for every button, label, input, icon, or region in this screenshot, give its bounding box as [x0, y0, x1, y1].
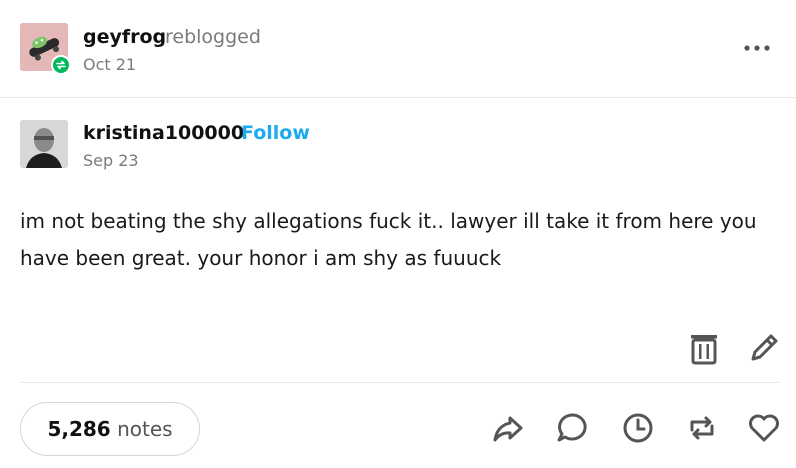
pencil-icon	[751, 334, 778, 361]
reply-button[interactable]	[555, 410, 591, 446]
reblog-header: geyfrog reblogged Oct 21	[0, 0, 796, 98]
reply-icon	[557, 413, 587, 442]
notes-label: notes	[117, 417, 173, 441]
reblog-action-label: reblogged	[165, 26, 261, 48]
poster-avatar[interactable]	[20, 120, 68, 168]
post-date[interactable]: Sep 23	[83, 151, 139, 170]
clock-icon	[623, 413, 653, 443]
delete-button[interactable]	[688, 330, 720, 366]
heart-icon	[749, 414, 779, 442]
reblog-button[interactable]	[684, 410, 720, 446]
like-button[interactable]	[746, 410, 782, 446]
notes-button[interactable]: 5,286 notes	[20, 402, 200, 456]
more-horizontal-icon	[744, 45, 770, 51]
reblogger-name[interactable]: geyfrog	[83, 26, 166, 48]
reblog-badge-icon	[51, 55, 71, 75]
reblog-date[interactable]: Oct 21	[83, 55, 136, 74]
edit-button[interactable]	[746, 330, 782, 366]
share-button[interactable]	[490, 410, 526, 446]
share-icon	[493, 416, 523, 442]
follow-button[interactable]: Follow	[241, 122, 310, 144]
footer-divider	[20, 382, 780, 383]
poster-name[interactable]: kristina100000	[83, 122, 244, 144]
post-body-text: im not beating the shy allegations fuck …	[20, 209, 757, 270]
trash-icon	[691, 335, 717, 365]
notes-count: 5,286	[47, 417, 111, 441]
more-options-button[interactable]	[740, 38, 774, 58]
reblog-icon	[690, 416, 714, 440]
schedule-button[interactable]	[620, 410, 656, 446]
